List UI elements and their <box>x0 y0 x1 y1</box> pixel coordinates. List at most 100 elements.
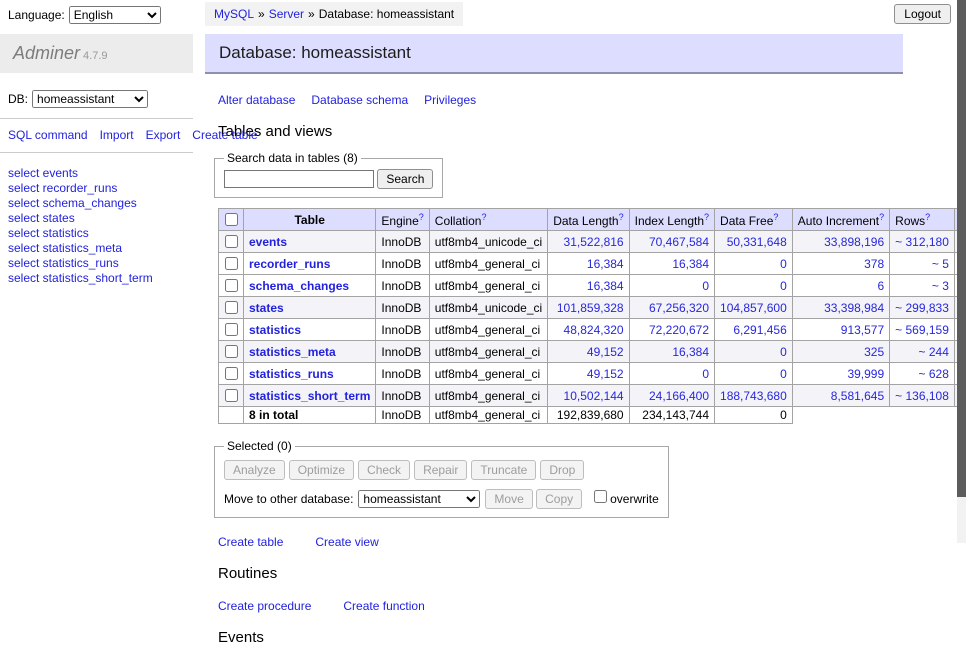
sidebar-link-sql-command[interactable]: SQL command <box>8 128 88 142</box>
move-row: Move to other database: homeassistant Move… <box>224 487 659 509</box>
table-name-cell: states <box>244 297 376 319</box>
db-select[interactable]: homeassistant <box>32 90 148 108</box>
help-icon[interactable]: ? <box>481 212 486 222</box>
sidebar-link-create-table[interactable]: Create table <box>192 128 257 142</box>
overwrite-checkbox[interactable] <box>594 490 607 503</box>
search-input[interactable] <box>224 170 374 188</box>
total-data-length-cell: 192,839,680 <box>548 407 629 424</box>
create-view-link[interactable]: Create view <box>315 535 378 549</box>
table-name-link[interactable]: recorder_runs <box>249 257 330 271</box>
move-database-select[interactable]: homeassistant <box>358 490 480 508</box>
repair-button[interactable]: Repair <box>414 460 467 480</box>
copy-button[interactable]: Copy <box>536 489 582 509</box>
language-select[interactable]: English <box>69 6 161 24</box>
sidebar-select-states-link[interactable]: select states <box>8 211 185 226</box>
create-function-link[interactable]: Create function <box>343 599 424 613</box>
collation-cell: utf8mb4_general_ci <box>429 319 547 341</box>
overwrite-label[interactable]: overwrite <box>610 492 659 506</box>
total-engine-cell: InnoDB <box>376 407 429 424</box>
engine-cell: InnoDB <box>376 231 429 253</box>
table-name-link[interactable]: schema_changes <box>249 279 349 293</box>
row-checkbox[interactable] <box>225 301 238 314</box>
table-name-link[interactable]: statistics_short_term <box>249 389 370 403</box>
db-selector-row: DB:homeassistant <box>8 90 185 108</box>
move-label: Move to other database: <box>224 492 353 506</box>
row-checkbox[interactable] <box>225 323 238 336</box>
alter-database-link[interactable]: Alter database <box>218 93 295 107</box>
help-icon[interactable]: ? <box>619 212 624 222</box>
privileges-link[interactable]: Privileges <box>424 93 476 107</box>
sidebar-select-statistics-meta-link[interactable]: select statistics_meta <box>8 241 185 256</box>
events-heading: Events <box>218 629 903 646</box>
truncate-button[interactable]: Truncate <box>471 460 536 480</box>
row-checkbox[interactable] <box>225 257 238 270</box>
language-row: Language:English <box>8 6 185 24</box>
create-table-link[interactable]: Create table <box>218 535 283 549</box>
sidebar-select-statistics-runs-link[interactable]: select statistics_runs <box>8 256 185 271</box>
data-free-cell: 6,291,456 <box>715 319 793 341</box>
sidebar-actions: SQL commandImportExportCreate table <box>8 128 185 143</box>
total-data-free-cell: 0 <box>715 407 793 424</box>
index-length-cell: 0 <box>629 275 714 297</box>
table-name-link[interactable]: statistics <box>249 323 301 337</box>
help-icon[interactable]: ? <box>704 212 709 222</box>
sidebar-select-statistics-link[interactable]: select statistics <box>8 226 185 241</box>
check-button[interactable]: Check <box>358 460 410 480</box>
table-name-link[interactable]: statistics_meta <box>249 345 336 359</box>
select-all-checkbox[interactable] <box>225 213 238 226</box>
analyze-button[interactable]: Analyze <box>224 460 285 480</box>
sidebar-select-recorder-runs-link[interactable]: select recorder_runs <box>8 181 185 196</box>
table-row: statistics_short_termInnoDButf8mb4_gener… <box>219 385 966 407</box>
row-checkbox[interactable] <box>225 367 238 380</box>
create-procedure-link[interactable]: Create procedure <box>218 599 311 613</box>
sidebar-link-import[interactable]: Import <box>100 128 134 142</box>
table-name-link[interactable]: states <box>249 301 284 315</box>
index-length-cell: 24,166,400 <box>629 385 714 407</box>
row-select-cell <box>219 363 244 385</box>
scrollbar[interactable] <box>957 0 966 543</box>
search-legend: Search data in tables (8) <box>224 151 361 165</box>
auto-increment-cell: 39,999 <box>792 363 889 385</box>
row-checkbox[interactable] <box>225 235 238 248</box>
table-name-link[interactable]: statistics_runs <box>249 367 334 381</box>
breadcrumb-link-server[interactable]: Server <box>269 7 304 21</box>
collation-cell: utf8mb4_general_ci <box>429 363 547 385</box>
sidebar-link-export[interactable]: Export <box>146 128 181 142</box>
optimize-button[interactable]: Optimize <box>289 460 354 480</box>
routine-links: Create procedure Create function <box>218 599 903 613</box>
auto-increment-cell: 8,581,645 <box>792 385 889 407</box>
help-icon[interactable]: ? <box>419 212 424 222</box>
scrollbar-thumb[interactable] <box>957 0 966 497</box>
column-header-data-free: Data Free? <box>715 209 793 231</box>
auto-increment-cell: 33,398,984 <box>792 297 889 319</box>
row-select-cell <box>219 253 244 275</box>
column-header-engine: Engine? <box>376 209 429 231</box>
data-length-cell: 16,384 <box>548 253 629 275</box>
drop-button[interactable]: Drop <box>540 460 584 480</box>
row-checkbox[interactable] <box>225 345 238 358</box>
sidebar-select-statistics-short-term-link[interactable]: select statistics_short_term <box>8 271 185 286</box>
table-row: schema_changesInnoDButf8mb4_general_ci16… <box>219 275 966 297</box>
page-title: Database: homeassistant <box>205 34 903 74</box>
collation-cell: utf8mb4_general_ci <box>429 341 547 363</box>
index-length-cell: 67,256,320 <box>629 297 714 319</box>
help-icon[interactable]: ? <box>925 212 930 222</box>
data-length-cell: 49,152 <box>548 363 629 385</box>
search-button[interactable]: Search <box>377 169 433 189</box>
move-button[interactable]: Move <box>485 489 532 509</box>
index-length-cell: 16,384 <box>629 253 714 275</box>
help-icon[interactable]: ? <box>879 212 884 222</box>
logout-button[interactable]: Logout <box>894 4 951 24</box>
rows-cell: ~ 628 <box>890 363 955 385</box>
table-name-link[interactable]: events <box>249 235 287 249</box>
sidebar-select-events-link[interactable]: select events <box>8 166 185 181</box>
breadcrumb-link-mysql[interactable]: MySQL <box>214 7 254 21</box>
sidebar-select-schema-changes-link[interactable]: select schema_changes <box>8 196 185 211</box>
row-checkbox[interactable] <box>225 279 238 292</box>
data-free-cell: 188,743,680 <box>715 385 793 407</box>
rows-cell: ~ 299,833 <box>890 297 955 319</box>
help-icon[interactable]: ? <box>773 212 778 222</box>
database-schema-link[interactable]: Database schema <box>311 93 408 107</box>
auto-increment-cell: 913,577 <box>792 319 889 341</box>
row-checkbox[interactable] <box>225 389 238 402</box>
